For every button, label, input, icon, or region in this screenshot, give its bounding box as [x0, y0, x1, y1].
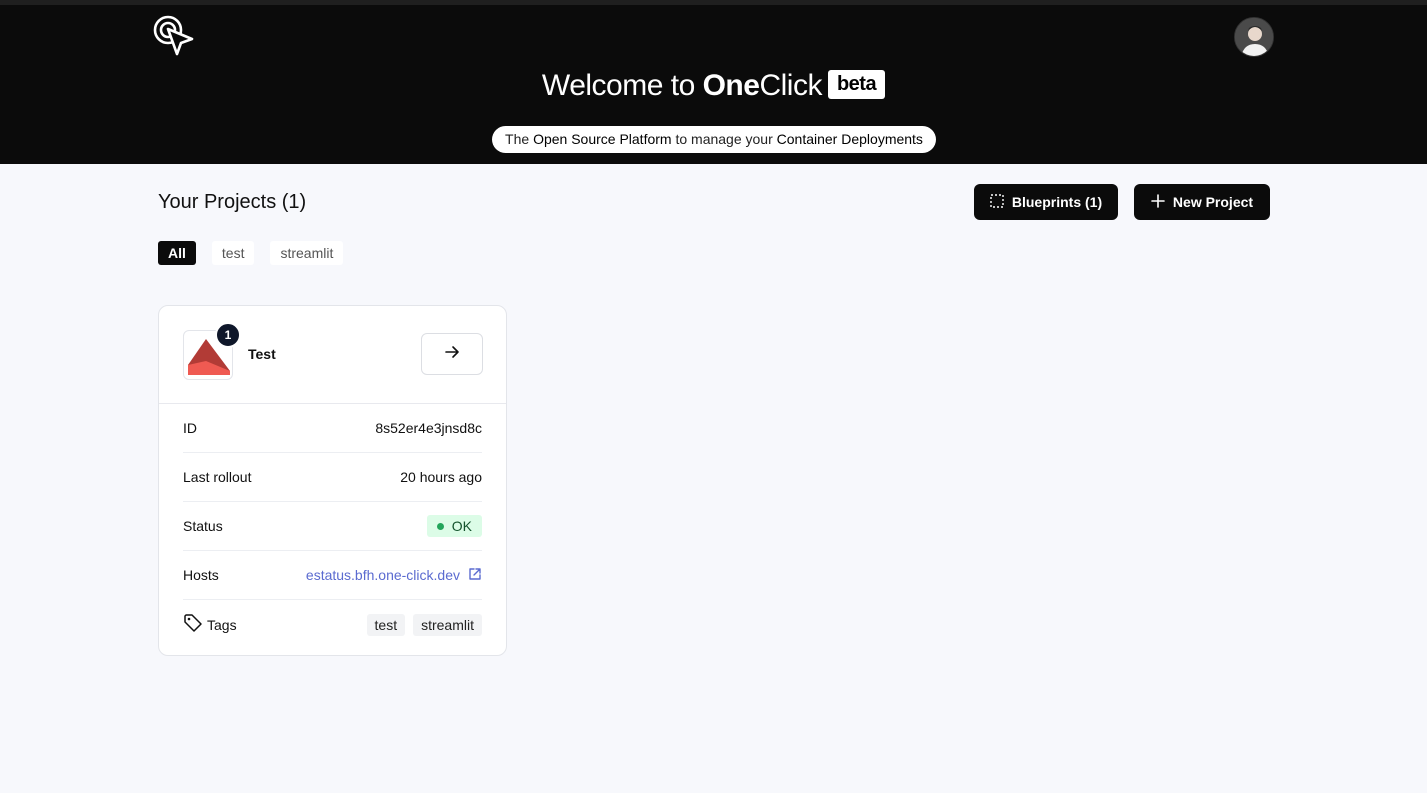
- plus-icon: [1151, 193, 1165, 211]
- beta-badge: beta: [827, 70, 886, 99]
- tags-label-group: Tags: [183, 613, 237, 636]
- tag-icon: [183, 613, 203, 636]
- brand-name-bold: One: [702, 69, 760, 102]
- tag-chip[interactable]: streamlit: [413, 613, 482, 636]
- id-value: 8s52er4e3jnsd8c: [375, 420, 482, 436]
- tagline-highlight: Container Deployments: [776, 131, 923, 147]
- status-dot-icon: [436, 522, 444, 530]
- dashed-square-icon: [990, 193, 1004, 211]
- id-label: ID: [183, 420, 197, 436]
- tagline-highlight: Open Source Platform: [533, 131, 672, 147]
- oneclick-logo-icon[interactable]: [152, 12, 196, 58]
- tag-filters: All test streamlit: [158, 241, 344, 265]
- tags-label: Tags: [207, 616, 237, 633]
- project-count-badge: 1: [215, 322, 241, 348]
- projects-title: Your Projects (1): [158, 191, 307, 213]
- detail-row-rollout: Last rollout 20 hours ago: [183, 453, 482, 502]
- detail-row-status: Status OK: [183, 502, 482, 551]
- project-card: 1 Test ID 8s52er4e3jnsd8c Last rollout 2…: [158, 305, 507, 656]
- filter-all[interactable]: All: [158, 241, 196, 265]
- new-project-button[interactable]: New Project: [1134, 184, 1270, 220]
- project-name: Test: [248, 346, 276, 362]
- top-header: Welcome to OneClick beta The Open Source …: [0, 0, 1427, 164]
- host-link[interactable]: estatus.bfh.one-click.dev: [306, 567, 482, 584]
- filter-test[interactable]: test: [211, 241, 255, 265]
- rollout-label: Last rollout: [183, 469, 252, 485]
- external-link-icon: [468, 567, 482, 584]
- tag-chip[interactable]: test: [366, 613, 406, 636]
- detail-row-tags: Tags test streamlit: [183, 600, 482, 649]
- tagline-text: to manage your: [671, 131, 777, 147]
- status-badge: OK: [426, 515, 482, 537]
- detail-row-id: ID 8s52er4e3jnsd8c: [183, 404, 482, 453]
- tagline-text: The: [505, 131, 534, 147]
- rollout-value: 20 hours ago: [400, 469, 482, 485]
- status-label: Status: [183, 518, 223, 534]
- open-project-button[interactable]: [421, 333, 483, 375]
- brand-name-rest: Click: [759, 69, 822, 102]
- new-project-label: New Project: [1172, 194, 1254, 210]
- arrow-right-icon: [444, 344, 460, 365]
- detail-row-hosts: Hosts estatus.bfh.one-click.dev: [183, 551, 482, 600]
- project-card-header: 1 Test: [159, 306, 506, 404]
- status-value: OK: [451, 518, 472, 534]
- hosts-label: Hosts: [183, 567, 219, 583]
- filter-streamlit[interactable]: streamlit: [270, 241, 344, 265]
- tagline-pill: The Open Source Platform to manage your …: [492, 126, 936, 153]
- blueprints-button[interactable]: Blueprints (1): [974, 184, 1118, 220]
- blueprints-label: Blueprints (1): [1011, 194, 1103, 210]
- tag-list: test streamlit: [366, 613, 482, 636]
- host-url: estatus.bfh.one-click.dev: [305, 567, 460, 583]
- project-details: ID 8s52er4e3jnsd8c Last rollout 20 hours…: [159, 404, 506, 649]
- welcome-prefix: Welcome to: [541, 69, 703, 102]
- user-avatar[interactable]: [1234, 17, 1274, 57]
- welcome-heading: Welcome to OneClick beta: [0, 69, 1427, 103]
